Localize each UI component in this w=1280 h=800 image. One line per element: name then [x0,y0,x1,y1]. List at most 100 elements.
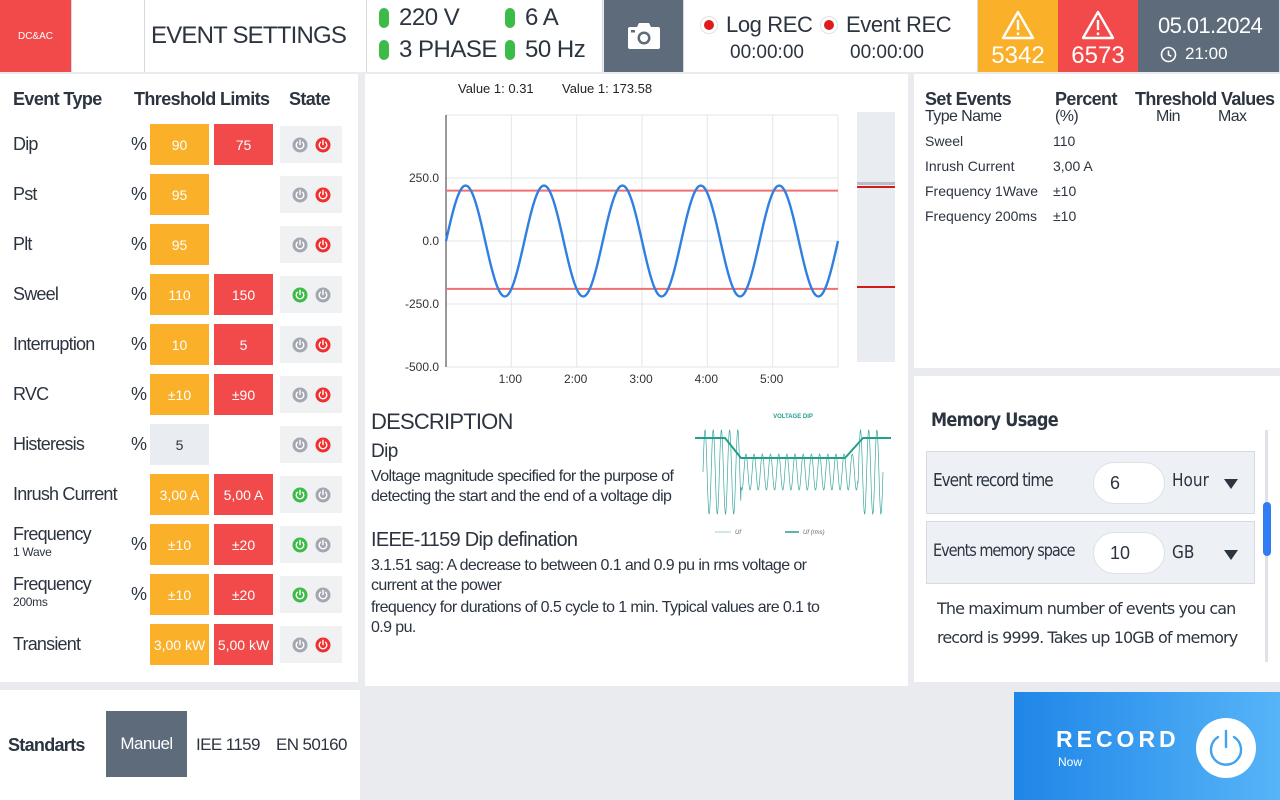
y-tick-label: -250.0 [405,297,439,311]
state-toggle[interactable] [280,626,342,663]
camera-icon [627,23,660,49]
power-icon[interactable] [292,587,308,603]
standard-iee1159-button[interactable]: IEE 1159 [196,735,260,755]
power-icon[interactable] [292,337,308,353]
threshold-limit-1[interactable]: 10 [150,324,209,365]
power-icon[interactable] [292,637,308,653]
waveform-chart[interactable]: 250.0 0.0 -250.0 -500.0 1:00 2:00 3:00 4:00 5:00 [365,74,908,404]
percent-sign: % [131,434,148,454]
threshold-limit-2[interactable]: ±20 [214,574,273,615]
critical-alerts-button[interactable]: 6573 [1058,0,1138,72]
state-toggle[interactable] [280,226,342,263]
threshold-limit-1[interactable]: 3,00 A [150,474,209,515]
x-tick-label: 1:00 [499,372,523,386]
event-record-time-input[interactable]: 6 [1093,462,1165,504]
threshold-limit-2[interactable]: 5 [214,324,273,365]
warning-count: 5342 [991,42,1045,69]
power-button[interactable] [1196,718,1256,778]
set-events-panel: Set Events Type Name Percent (%) Thresho… [914,74,1280,368]
set-event-name: Frequency 1Wave [925,183,1039,199]
event-name: Plt [13,234,32,254]
power-icon[interactable] [292,437,308,453]
threshold-limit-1[interactable]: 5 [150,424,209,465]
threshold-limit-1[interactable]: ±10 [150,574,209,615]
power-icon[interactable] [315,587,331,603]
event-name: Dip [13,134,38,154]
threshold-limit-1[interactable]: ±10 [150,374,209,415]
threshold-limit-2[interactable]: ±20 [214,524,273,565]
status-dot [505,8,515,28]
event-row: Dip% 90 75 [0,124,358,165]
power-icon[interactable] [315,187,331,203]
legend-uf: Uf [735,530,742,536]
diagram-title: VOLTAGE DIP [773,414,813,420]
power-icon[interactable] [292,387,308,403]
log-rec-toggle[interactable]: Log REC [700,12,813,38]
power-icon[interactable] [315,537,331,553]
chevron-down-icon[interactable] [1224,550,1238,560]
record-now-button[interactable]: RECORD Now [1014,692,1280,800]
threshold-limit-1[interactable]: 3,00 kW [150,624,209,665]
threshold-limit-1[interactable]: 90 [150,124,209,165]
voltage-dip-diagram: VOLTAGE DIP Uf Uf (rms) [695,414,891,536]
power-icon[interactable] [315,237,331,253]
state-toggle[interactable] [280,126,342,163]
state-toggle[interactable] [280,526,342,563]
x-tick-label: 4:00 [695,372,719,386]
power-icon[interactable] [315,137,331,153]
level-marker-lower [857,286,895,288]
power-icon[interactable] [315,287,331,303]
power-icon[interactable] [315,487,331,503]
state-toggle[interactable] [280,426,342,463]
screenshot-button[interactable] [604,0,684,72]
event-name: Frequency [13,524,92,544]
record-sub: Now [1058,755,1083,769]
threshold-limit-2[interactable]: 75 [214,124,273,165]
power-icon[interactable] [292,487,308,503]
events-memory-space-unit[interactable]: GB [1172,542,1194,563]
power-icon[interactable] [315,437,331,453]
status-dot [379,40,389,60]
state-toggle[interactable] [280,376,342,413]
power-icon[interactable] [292,537,308,553]
power-icon[interactable] [292,187,308,203]
threshold-limit-2[interactable]: 150 [214,274,273,315]
threshold-limit-2[interactable]: 5,00 kW [214,624,273,665]
standard-manuel-button[interactable]: Manuel [106,711,187,777]
power-icon[interactable] [315,637,331,653]
events-memory-space-input[interactable]: 10 [1093,532,1165,574]
x-tick-label: 5:00 [760,372,784,386]
date-text: 05.01.2024 [1158,13,1263,38]
state-toggle[interactable] [280,576,342,613]
standard-en50160-button[interactable]: EN 50160 [276,735,347,755]
threshold-limit-1[interactable]: 95 [150,224,209,265]
event-record-time-unit[interactable]: Hour [1172,470,1209,491]
time-display: 21:00 [1160,44,1228,64]
set-event-percent: 3,00 A [1053,158,1093,174]
event-rec-toggle[interactable]: Event REC [820,12,952,38]
memory-scrollbar-thumb[interactable] [1263,502,1271,556]
event-sub: 200ms [13,595,48,609]
state-toggle[interactable] [280,176,342,213]
threshold-limit-2[interactable]: 5,00 A [214,474,273,515]
threshold-limit-1[interactable]: ±10 [150,524,209,565]
set-event-percent: ±10 [1053,208,1077,224]
state-toggle[interactable] [280,276,342,313]
state-toggle[interactable] [280,326,342,363]
state-toggle[interactable] [280,476,342,513]
center-panel: Value 1: 0.31 Value 1: 173.58 250.0 0.0 -2… [365,74,908,686]
percent-sign: % [131,534,148,554]
col-type-name: Type Name [925,108,1002,125]
threshold-limit-2[interactable]: ±90 [214,374,273,415]
warning-alerts-button[interactable]: 5342 [978,0,1058,72]
power-icon[interactable] [315,387,331,403]
power-icon[interactable] [292,137,308,153]
power-icon[interactable] [315,337,331,353]
log-rec-label: Log REC [726,12,813,37]
power-icon[interactable] [292,237,308,253]
threshold-limit-1[interactable]: 110 [150,274,209,315]
threshold-limit-1[interactable]: 95 [150,174,209,215]
chevron-down-icon[interactable] [1224,479,1238,489]
legend-uf-rms: Uf (rms) [803,530,825,536]
power-icon[interactable] [292,287,308,303]
